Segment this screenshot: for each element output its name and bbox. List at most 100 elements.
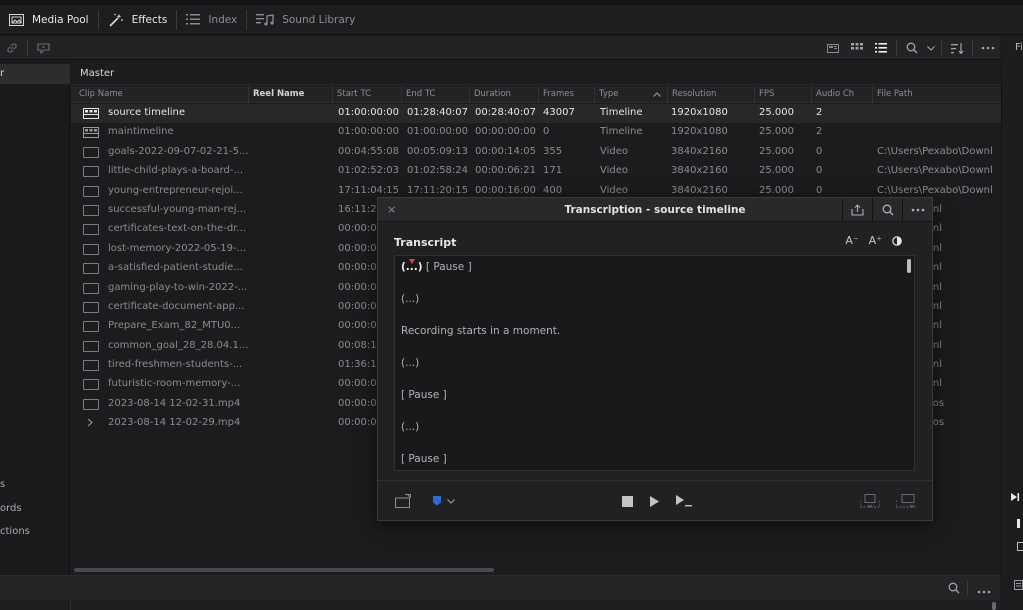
transcript-line[interactable]: (...) [ Pause ]	[401, 259, 472, 273]
resolution: 1920x1080	[671, 126, 728, 138]
more-options-icon[interactable]	[977, 586, 991, 597]
column-header-duration[interactable]: Duration	[469, 86, 538, 103]
transcript-line[interactable]: [ Pause ]	[401, 453, 447, 465]
insert-to-timeline-icon[interactable]	[860, 481, 880, 521]
bottom-toolbar	[0, 576, 1000, 600]
duration: 00:00:00:00	[475, 126, 537, 138]
column-header-clip-name[interactable]: Clip Name	[71, 86, 248, 103]
toolbar-divider	[967, 580, 968, 596]
play-from-start-button[interactable]	[676, 481, 692, 521]
column-header-end-tc[interactable]: End TC	[401, 86, 469, 103]
append-to-timeline-icon[interactable]	[896, 481, 916, 521]
table-row[interactable]: goals-2022-09-07-02-21-5... 00:04:55:08 00…	[71, 143, 1001, 162]
effects-button[interactable]: Effects	[99, 5, 177, 35]
column-header-audio-ch[interactable]: Audio Ch	[811, 86, 872, 103]
sort-icon[interactable]	[945, 36, 969, 60]
transcript-label: Transcript	[394, 236, 457, 249]
chevron-down-icon[interactable]	[924, 36, 938, 60]
audio-ch: 0	[816, 184, 823, 196]
transcript-line[interactable]: (...)	[401, 421, 419, 433]
decrease-font-button[interactable]: A⁻	[845, 234, 858, 247]
toolbar-divider	[972, 40, 973, 56]
clip-name: successful-young-man-rej...	[108, 203, 247, 215]
resolution: 3840x2160	[671, 165, 728, 177]
start-tc: 17:11:04:15	[338, 184, 400, 196]
transcript-line[interactable]: (...)	[401, 357, 419, 369]
video-clip-icon	[83, 224, 99, 236]
end-tc: 00:05:09:13	[407, 145, 469, 157]
column-header-fps[interactable]: FPS	[754, 86, 811, 103]
file-path: C:\Users\Pexabo\Downl	[877, 184, 993, 196]
end-tc: 01:02:58:24	[407, 165, 469, 177]
column-header-resolution[interactable]: Resolution	[667, 86, 754, 103]
column-header-type[interactable]: Type	[594, 86, 667, 103]
file-inspector-label: Fi	[1001, 36, 1023, 60]
resolution: 1920x1080	[671, 107, 728, 118]
media-pool-button[interactable]: Media Pool	[0, 5, 98, 35]
play-to-end-icon[interactable]	[1010, 492, 1020, 505]
sidebar-item-collections[interactable]: ctions	[0, 526, 30, 537]
play-button[interactable]	[650, 481, 659, 521]
transcript-line[interactable]: [ Pause ]	[401, 389, 447, 401]
chevron-right-icon	[87, 418, 103, 429]
column-header-file-path[interactable]: File Path	[872, 86, 1001, 103]
increase-font-button[interactable]: A⁺	[869, 234, 882, 247]
sidebar-item-keywords[interactable]: ords	[0, 503, 22, 514]
more-options-icon[interactable]	[976, 36, 1000, 60]
vertical-scrollbar-thumb[interactable]	[992, 602, 996, 610]
search-icon[interactable]	[948, 582, 960, 597]
column-header-reel-name[interactable]: Reel Name	[248, 86, 332, 103]
table-row[interactable]: source timeline 01:00:00:00 01:28:40:07 00:…	[71, 104, 1001, 124]
marker-color-dropdown[interactable]	[433, 481, 455, 521]
search-icon[interactable]	[872, 198, 902, 222]
clip-name: 2023-08-14 12-02-29.mp4	[108, 417, 241, 429]
search-icon[interactable]	[900, 36, 924, 60]
toolbar-divider	[27, 40, 28, 56]
column-header-row: Clip Name Reel Name Start TC End TC Dura…	[71, 86, 1001, 103]
video-clip-icon	[83, 146, 99, 158]
transcript-text-area[interactable]: (...) [ Pause ] (...) Recording starts in …	[394, 255, 915, 471]
smart-bin-icon[interactable]	[31, 36, 55, 60]
insert-clip-icon[interactable]	[395, 481, 412, 521]
clip-icon[interactable]	[1017, 542, 1023, 554]
index-button[interactable]: Index	[177, 5, 246, 35]
list-view-icon[interactable]	[869, 36, 893, 60]
metadata-icon[interactable]	[1014, 580, 1023, 593]
sidebar-item-master[interactable]: r	[0, 64, 70, 84]
clip-name: lost-memory-2022-05-19-...	[108, 242, 247, 254]
sidebar-item-smart-bins[interactable]: s	[0, 479, 5, 490]
column-header-start-tc[interactable]: Start TC	[332, 86, 401, 103]
fps: 25.000	[759, 126, 794, 138]
export-icon[interactable]	[842, 198, 872, 222]
video-clip-icon	[83, 360, 99, 372]
transcript-line[interactable]: (...)	[401, 293, 419, 305]
horizontal-scrollbar[interactable]	[71, 567, 1001, 573]
breadcrumb[interactable]: Master	[71, 61, 1001, 85]
end-tc: 17:11:20:15	[407, 184, 469, 196]
media-pool-toolbar	[0, 36, 1000, 60]
grid-view-icon[interactable]	[845, 36, 869, 60]
sound-library-button[interactable]: Sound Library	[247, 5, 364, 35]
table-row[interactable]: maintimeline 01:00:00:00 01:00:00:00 00:00:…	[71, 123, 1001, 142]
video-clip-icon	[83, 185, 99, 197]
contrast-icon[interactable]	[892, 235, 902, 246]
start-tc: 01:02:52:03	[338, 165, 400, 177]
transcript-scrollbar-thumb[interactable]	[907, 259, 911, 273]
inspector-bottom	[1001, 575, 1023, 610]
thumbnail-view-icon[interactable]	[821, 36, 845, 60]
toolbar-divider	[941, 40, 942, 56]
stop-button[interactable]	[622, 481, 633, 521]
transcript-line[interactable]: Recording starts in a moment.	[401, 325, 560, 337]
fps: 25.000	[759, 184, 794, 196]
transcript-playback-bar	[378, 480, 932, 520]
link-icon[interactable]	[0, 36, 24, 60]
more-options-icon[interactable]	[902, 198, 932, 222]
column-header-frames[interactable]: Frames	[538, 86, 594, 103]
toolbar-divider	[896, 40, 897, 56]
table-row[interactable]: little-child-plays-a-board-... 01:02:52:0…	[71, 162, 1001, 181]
scrollbar-thumb[interactable]	[74, 568, 494, 572]
transcript-text: [ Pause ]	[401, 389, 447, 401]
audio-ch: 0	[816, 165, 823, 177]
video-clip-icon	[83, 340, 99, 352]
duration: 00:00:16:00	[475, 184, 537, 196]
